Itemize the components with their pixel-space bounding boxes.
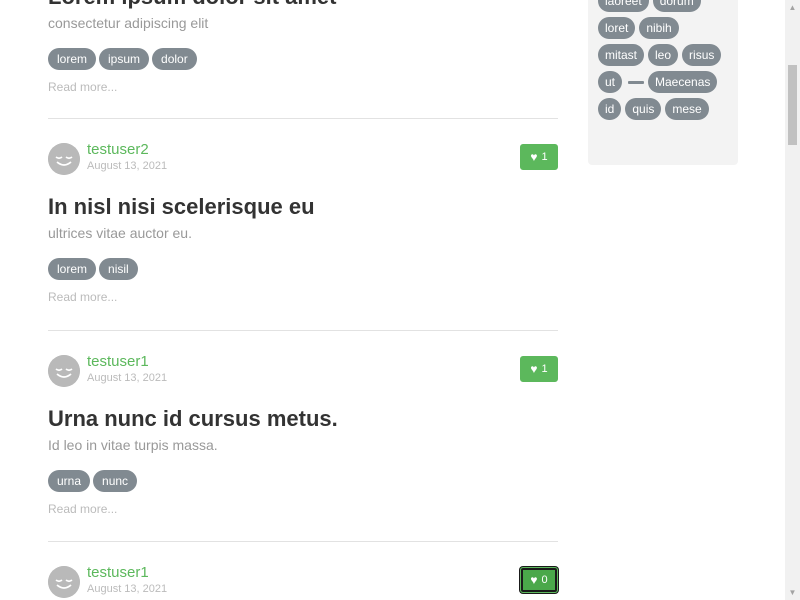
- article-title[interactable]: Lorem ipsum dolor sit amet: [48, 0, 558, 11]
- article-feed: Lorem ipsum dolor sit amet consectetur a…: [48, 0, 558, 598]
- article-description: Id leo in vitae turpis massa.: [48, 437, 218, 453]
- favorite-button[interactable]: ♥ 1: [520, 144, 558, 170]
- heart-icon: ♥: [530, 362, 538, 376]
- article-tag[interactable]: nunc: [93, 470, 138, 492]
- article-title[interactable]: Urna nunc id cursus metus.: [48, 405, 558, 433]
- article-tag[interactable]: nisil: [99, 258, 138, 280]
- article-date: August 13, 2021: [87, 372, 168, 384]
- article-meta: testuser2 August 13, 2021 ♥ 1: [48, 141, 558, 175]
- article-tag-list: urna nunc: [48, 470, 558, 492]
- favorite-count: 0: [541, 574, 548, 586]
- article-preview: testuser1 August 13, 2021 ♥ 1 Urna nunc …: [48, 331, 558, 542]
- article-tag[interactable]: dolor: [152, 48, 197, 70]
- scroll-up-arrow-icon[interactable]: ▲: [785, 0, 800, 15]
- read-more-link[interactable]: Read more...: [48, 501, 558, 517]
- read-more-link[interactable]: Read more...: [48, 289, 558, 305]
- page-viewport: Lorem ipsum dolor sit amet consectetur a…: [0, 0, 785, 600]
- article-preview: testuser2 August 13, 2021 ♥ 1 In nisl ni…: [48, 119, 558, 331]
- article-tag[interactable]: ipsum: [99, 48, 150, 70]
- scroll-down-arrow-icon[interactable]: ▼: [785, 585, 800, 600]
- sidebar-tag[interactable]: dorum: [652, 0, 701, 12]
- sidebar-tag[interactable]: leo: [648, 44, 679, 66]
- sidebar-tag[interactable]: id: [598, 98, 622, 120]
- tag-cloud: laoreet dorum loret nibih mitast leo ris…: [598, 0, 728, 120]
- sidebar-tag[interactable]: loret: [598, 17, 636, 39]
- sidebar-tag[interactable]: nibih: [639, 17, 679, 39]
- author-link[interactable]: testuser1: [87, 564, 149, 582]
- sidebar-tag[interactable]: quis: [625, 98, 662, 120]
- heart-icon: ♥: [530, 573, 538, 587]
- sidebar-tag[interactable]: risus: [682, 44, 722, 66]
- author-link[interactable]: testuser1: [87, 353, 149, 371]
- article-tag[interactable]: lorem: [48, 48, 97, 70]
- scrollbar-thumb[interactable]: [788, 65, 797, 145]
- sidebar-tag[interactable]: mese: [665, 98, 709, 120]
- article-date: August 13, 2021: [87, 583, 168, 595]
- vertical-scrollbar[interactable]: ▲ ▼: [785, 0, 800, 600]
- sidebar-tag[interactable]: mitast: [598, 44, 645, 66]
- favorite-count: 1: [541, 151, 548, 163]
- smiley-avatar-icon[interactable]: [48, 355, 80, 387]
- read-more-link[interactable]: Read more...: [48, 79, 558, 95]
- article-meta: testuser1 August 13, 2021 ♥ 0: [48, 564, 558, 598]
- article-date: August 13, 2021: [87, 160, 168, 172]
- article-description: consectetur adipiscing elit: [48, 15, 209, 31]
- favorite-button[interactable]: ♥ 0: [520, 567, 558, 593]
- sidebar-tag[interactable]: Maecenas: [648, 71, 718, 93]
- sidebar-tag[interactable]: ut: [598, 71, 623, 93]
- empty-tag[interactable]: [628, 81, 645, 84]
- article-title[interactable]: In nisl nisi scelerisque eu: [48, 193, 558, 221]
- smiley-avatar-icon[interactable]: [48, 566, 80, 598]
- favorite-button[interactable]: ♥ 1: [520, 356, 558, 382]
- author-link[interactable]: testuser2: [87, 141, 149, 159]
- article-preview: testuser1 August 13, 2021 ♥ 0: [48, 542, 558, 598]
- smiley-avatar-icon[interactable]: [48, 143, 80, 175]
- article-tag-list: lorem ipsum dolor: [48, 48, 558, 70]
- article-preview: Lorem ipsum dolor sit amet consectetur a…: [48, 0, 558, 119]
- article-description: ultrices vitae auctor eu.: [48, 225, 192, 241]
- favorite-count: 1: [541, 363, 548, 375]
- article-meta: testuser1 August 13, 2021 ♥ 1: [48, 353, 558, 387]
- article-tag-list: lorem nisil: [48, 258, 558, 280]
- heart-icon: ♥: [530, 150, 538, 164]
- popular-tags-sidebar: laoreet dorum loret nibih mitast leo ris…: [588, 0, 738, 165]
- article-tag[interactable]: urna: [48, 470, 91, 492]
- sidebar-tag[interactable]: laoreet: [598, 0, 649, 12]
- article-tag[interactable]: lorem: [48, 258, 97, 280]
